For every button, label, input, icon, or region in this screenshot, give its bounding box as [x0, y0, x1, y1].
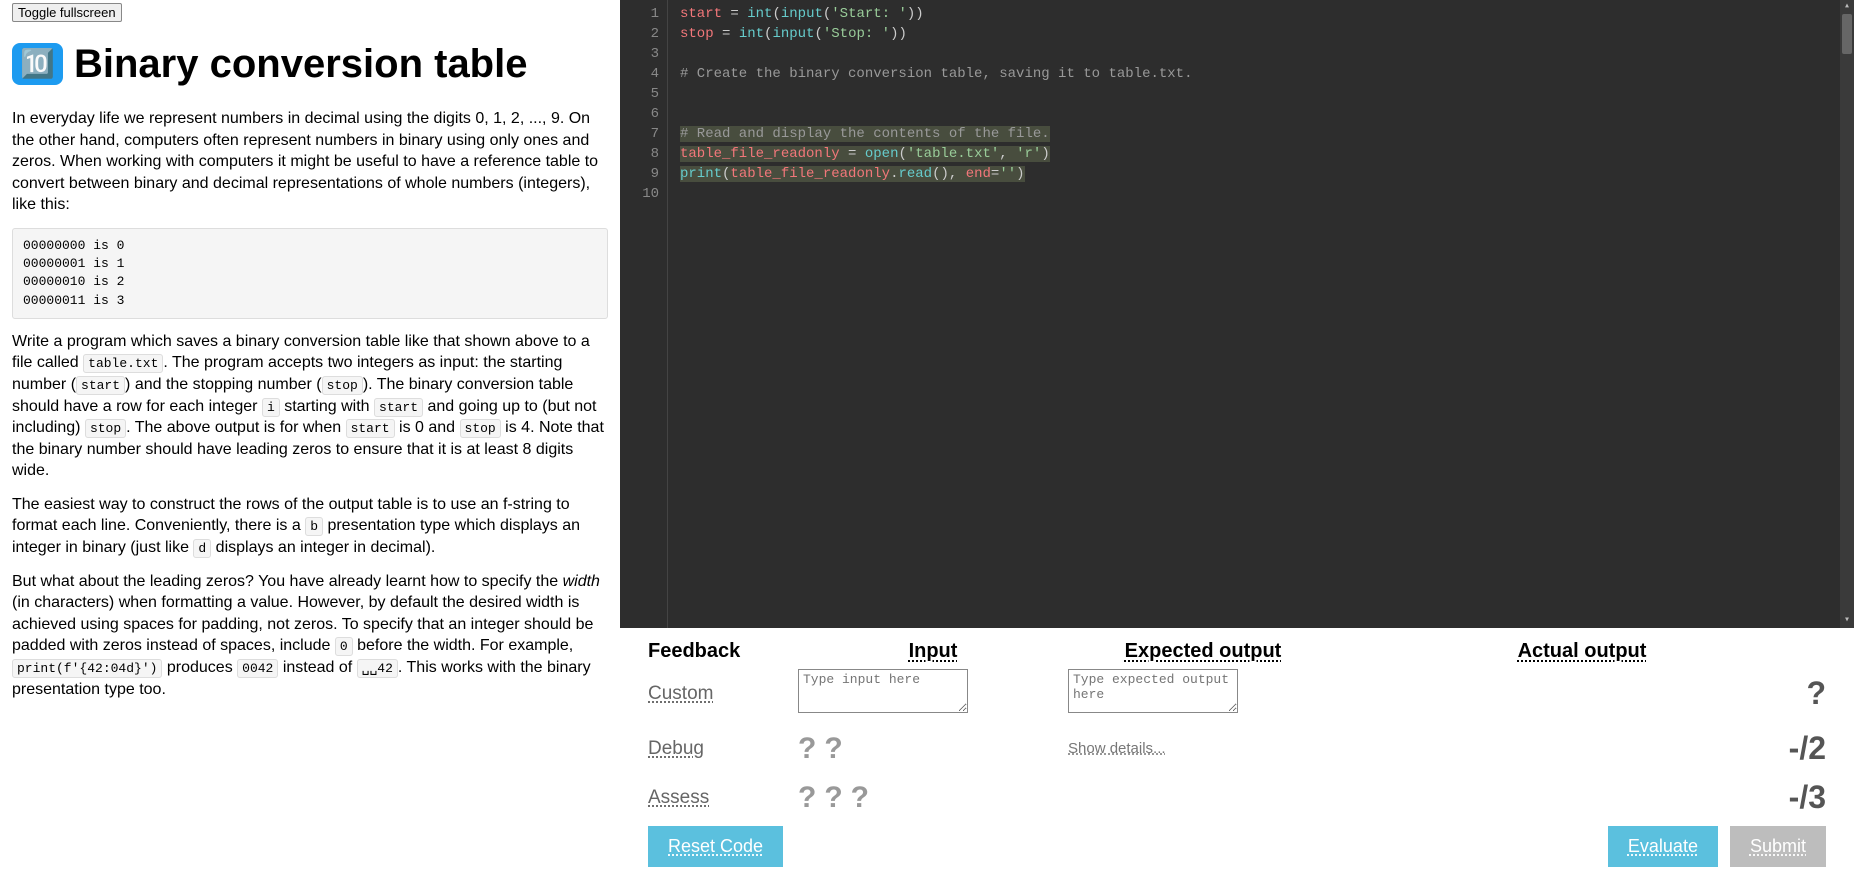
debug-label: Debug — [648, 738, 728, 760]
scroll-down-icon[interactable]: ▾ — [1840, 614, 1854, 628]
feedback-panel: Feedback Input Expected output Actual ou… — [620, 628, 1854, 881]
intro-paragraph: In everyday life we represent numbers in… — [12, 108, 608, 216]
question-icon: ? — [824, 781, 842, 815]
scroll-up-icon[interactable]: ▴ — [1840, 0, 1854, 14]
editor-scrollbar[interactable]: ▴ ▾ — [1840, 0, 1854, 628]
example-output: 00000000 is 0 00000001 is 1 00000010 is … — [12, 228, 608, 319]
show-details-link[interactable]: Show details... — [1068, 740, 1166, 757]
debug-score: -/2 — [1766, 730, 1826, 767]
hint-zeros: But what about the leading zeros? You ha… — [12, 571, 608, 701]
code-area[interactable]: start = int(input('Start: '))stop = int(… — [668, 0, 1192, 628]
assess-score: -/3 — [1766, 779, 1826, 816]
custom-expected[interactable] — [1068, 669, 1238, 713]
question-icon: ? — [798, 732, 816, 766]
hint-fstring: The easiest way to construct the rows of… — [12, 494, 608, 559]
custom-label: Custom — [648, 683, 728, 705]
custom-input[interactable] — [798, 669, 968, 713]
assess-label: Assess — [648, 787, 728, 809]
right-pane: 12345678910 start = int(input('Start: ')… — [620, 0, 1854, 881]
scroll-thumb[interactable] — [1842, 14, 1852, 54]
actual-header: Actual output — [1338, 640, 1826, 663]
spec-paragraph: Write a program which saves a binary con… — [12, 331, 608, 482]
evaluate-button[interactable]: Evaluate — [1608, 826, 1718, 867]
input-header: Input — [798, 640, 1068, 663]
custom-score: ? — [1766, 675, 1826, 712]
question-icon: ? — [824, 732, 842, 766]
question-icon: ? — [851, 781, 869, 815]
code-editor[interactable]: 12345678910 start = int(input('Start: ')… — [620, 0, 1854, 628]
title-text: Binary conversion table — [74, 42, 527, 86]
reset-code-button[interactable]: Reset Code — [648, 826, 783, 867]
question-icon: ? — [798, 781, 816, 815]
instructions-pane[interactable]: Toggle fullscreen 🔟 Binary conversion ta… — [0, 0, 620, 881]
page-title: 🔟 Binary conversion table — [12, 40, 608, 88]
toggle-fullscreen-button[interactable]: Toggle fullscreen — [12, 3, 122, 22]
feedback-header: Feedback — [648, 640, 798, 663]
submit-button[interactable]: Submit — [1730, 826, 1826, 867]
title-icon: 🔟 — [12, 43, 63, 85]
line-gutter: 12345678910 — [620, 0, 668, 628]
expected-header: Expected output — [1068, 640, 1338, 663]
